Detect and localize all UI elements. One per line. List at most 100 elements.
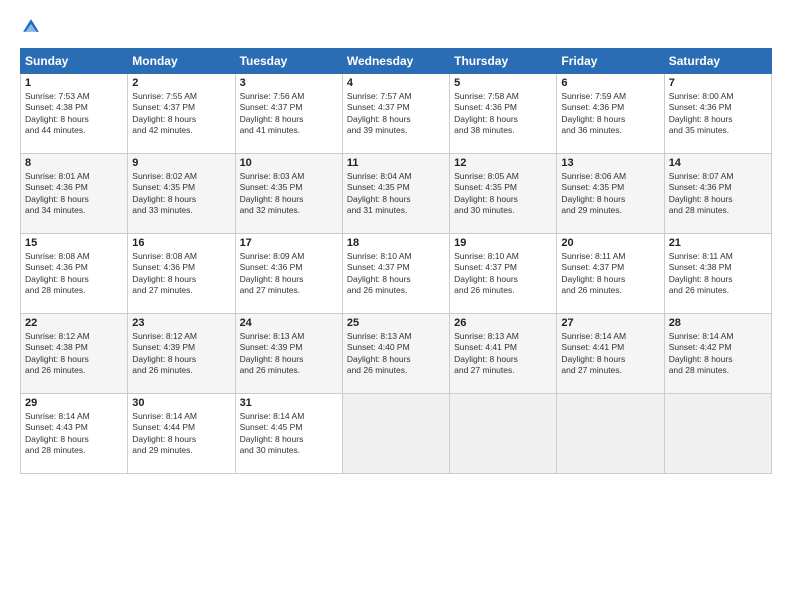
day-info: Sunrise: 8:10 AMSunset: 4:37 PMDaylight:… bbox=[454, 251, 552, 297]
day-info: Sunrise: 8:06 AMSunset: 4:35 PMDaylight:… bbox=[561, 171, 659, 217]
week-row-1: 1 Sunrise: 7:53 AMSunset: 4:38 PMDaylight… bbox=[21, 74, 772, 154]
page: SundayMondayTuesdayWednesdayThursdayFrid… bbox=[0, 0, 792, 612]
day-info: Sunrise: 8:13 AMSunset: 4:39 PMDaylight:… bbox=[240, 331, 338, 377]
day-info: Sunrise: 8:08 AMSunset: 4:36 PMDaylight:… bbox=[132, 251, 230, 297]
day-cell: 6 Sunrise: 7:59 AMSunset: 4:36 PMDaylight… bbox=[557, 74, 664, 154]
day-number: 14 bbox=[669, 157, 767, 169]
day-cell: 10 Sunrise: 8:03 AMSunset: 4:35 PMDayligh… bbox=[235, 154, 342, 234]
day-cell: 17 Sunrise: 8:09 AMSunset: 4:36 PMDayligh… bbox=[235, 234, 342, 314]
day-number: 15 bbox=[25, 237, 123, 249]
day-info: Sunrise: 8:08 AMSunset: 4:36 PMDaylight:… bbox=[25, 251, 123, 297]
day-cell: 11Sunrise: 8:04 AMSunset: 4:35 PMDayligh… bbox=[342, 154, 449, 234]
day-cell: 26Sunrise: 8:13 AMSunset: 4:41 PMDayligh… bbox=[450, 314, 557, 394]
day-number: 5 bbox=[454, 77, 552, 89]
day-cell: 20 Sunrise: 8:11 AMSunset: 4:37 PMDayligh… bbox=[557, 234, 664, 314]
day-number: 30 bbox=[132, 397, 230, 409]
day-number: 2 bbox=[132, 77, 230, 89]
day-number: 23 bbox=[132, 317, 230, 329]
day-cell bbox=[557, 394, 664, 474]
day-cell bbox=[664, 394, 771, 474]
day-cell: 12Sunrise: 8:05 AMSunset: 4:35 PMDayligh… bbox=[450, 154, 557, 234]
day-number: 24 bbox=[240, 317, 338, 329]
day-info: Sunrise: 8:14 AMSunset: 4:42 PMDaylight:… bbox=[669, 331, 767, 377]
day-number: 21 bbox=[669, 237, 767, 249]
day-cell bbox=[450, 394, 557, 474]
day-number: 22 bbox=[25, 317, 123, 329]
weekday-header-wednesday: Wednesday bbox=[342, 49, 449, 74]
weekday-header-row: SundayMondayTuesdayWednesdayThursdayFrid… bbox=[21, 49, 772, 74]
day-info: Sunrise: 8:14 AMSunset: 4:45 PMDaylight:… bbox=[240, 411, 338, 457]
day-info: Sunrise: 8:02 AMSunset: 4:35 PMDaylight:… bbox=[132, 171, 230, 217]
day-number: 8 bbox=[25, 157, 123, 169]
day-number: 17 bbox=[240, 237, 338, 249]
day-info: Sunrise: 8:11 AMSunset: 4:37 PMDaylight:… bbox=[561, 251, 659, 297]
calendar: SundayMondayTuesdayWednesdayThursdayFrid… bbox=[20, 48, 772, 474]
weekday-header-saturday: Saturday bbox=[664, 49, 771, 74]
day-info: Sunrise: 8:10 AMSunset: 4:37 PMDaylight:… bbox=[347, 251, 445, 297]
day-number: 4 bbox=[347, 77, 445, 89]
day-info: Sunrise: 8:12 AMSunset: 4:38 PMDaylight:… bbox=[25, 331, 123, 377]
day-number: 1 bbox=[25, 77, 123, 89]
day-info: Sunrise: 7:55 AMSunset: 4:37 PMDaylight:… bbox=[132, 91, 230, 137]
day-info: Sunrise: 7:58 AMSunset: 4:36 PMDaylight:… bbox=[454, 91, 552, 137]
day-info: Sunrise: 7:56 AMSunset: 4:37 PMDaylight:… bbox=[240, 91, 338, 137]
day-info: Sunrise: 8:07 AMSunset: 4:36 PMDaylight:… bbox=[669, 171, 767, 217]
day-cell: 15 Sunrise: 8:08 AMSunset: 4:36 PMDayligh… bbox=[21, 234, 128, 314]
day-cell: 13 Sunrise: 8:06 AMSunset: 4:35 PMDayligh… bbox=[557, 154, 664, 234]
day-cell: 29Sunrise: 8:14 AMSunset: 4:43 PMDayligh… bbox=[21, 394, 128, 474]
day-cell: 18 Sunrise: 8:10 AMSunset: 4:37 PMDayligh… bbox=[342, 234, 449, 314]
day-info: Sunrise: 7:53 AMSunset: 4:38 PMDaylight:… bbox=[25, 91, 123, 137]
weekday-header-tuesday: Tuesday bbox=[235, 49, 342, 74]
day-info: Sunrise: 8:14 AMSunset: 4:44 PMDaylight:… bbox=[132, 411, 230, 457]
week-row-5: 29Sunrise: 8:14 AMSunset: 4:43 PMDayligh… bbox=[21, 394, 772, 474]
day-number: 31 bbox=[240, 397, 338, 409]
day-cell: 2 Sunrise: 7:55 AMSunset: 4:37 PMDaylight… bbox=[128, 74, 235, 154]
day-cell: 27 Sunrise: 8:14 AMSunset: 4:41 PMDayligh… bbox=[557, 314, 664, 394]
day-info: Sunrise: 8:12 AMSunset: 4:39 PMDaylight:… bbox=[132, 331, 230, 377]
day-info: Sunrise: 7:59 AMSunset: 4:36 PMDaylight:… bbox=[561, 91, 659, 137]
day-number: 25 bbox=[347, 317, 445, 329]
day-number: 10 bbox=[240, 157, 338, 169]
day-number: 3 bbox=[240, 77, 338, 89]
day-cell: 22 Sunrise: 8:12 AMSunset: 4:38 PMDayligh… bbox=[21, 314, 128, 394]
week-row-3: 15 Sunrise: 8:08 AMSunset: 4:36 PMDayligh… bbox=[21, 234, 772, 314]
day-number: 12 bbox=[454, 157, 552, 169]
day-info: Sunrise: 8:11 AMSunset: 4:38 PMDaylight:… bbox=[669, 251, 767, 297]
day-number: 13 bbox=[561, 157, 659, 169]
day-number: 19 bbox=[454, 237, 552, 249]
logo bbox=[20, 16, 44, 38]
weekday-header-monday: Monday bbox=[128, 49, 235, 74]
week-row-4: 22 Sunrise: 8:12 AMSunset: 4:38 PMDayligh… bbox=[21, 314, 772, 394]
day-info: Sunrise: 8:03 AMSunset: 4:35 PMDaylight:… bbox=[240, 171, 338, 217]
day-cell: 9 Sunrise: 8:02 AMSunset: 4:35 PMDaylight… bbox=[128, 154, 235, 234]
weekday-header-friday: Friday bbox=[557, 49, 664, 74]
header bbox=[20, 16, 772, 38]
day-number: 20 bbox=[561, 237, 659, 249]
day-info: Sunrise: 8:09 AMSunset: 4:36 PMDaylight:… bbox=[240, 251, 338, 297]
day-cell: 16 Sunrise: 8:08 AMSunset: 4:36 PMDayligh… bbox=[128, 234, 235, 314]
logo-icon bbox=[20, 16, 42, 38]
day-number: 6 bbox=[561, 77, 659, 89]
day-info: Sunrise: 7:57 AMSunset: 4:37 PMDaylight:… bbox=[347, 91, 445, 137]
weekday-header-sunday: Sunday bbox=[21, 49, 128, 74]
weekday-header-thursday: Thursday bbox=[450, 49, 557, 74]
day-cell: 7 Sunrise: 8:00 AMSunset: 4:36 PMDaylight… bbox=[664, 74, 771, 154]
day-number: 18 bbox=[347, 237, 445, 249]
day-cell: 24 Sunrise: 8:13 AMSunset: 4:39 PMDayligh… bbox=[235, 314, 342, 394]
day-info: Sunrise: 8:00 AMSunset: 4:36 PMDaylight:… bbox=[669, 91, 767, 137]
day-number: 7 bbox=[669, 77, 767, 89]
day-info: Sunrise: 8:01 AMSunset: 4:36 PMDaylight:… bbox=[25, 171, 123, 217]
day-cell bbox=[342, 394, 449, 474]
day-number: 16 bbox=[132, 237, 230, 249]
day-cell: 30 Sunrise: 8:14 AMSunset: 4:44 PMDayligh… bbox=[128, 394, 235, 474]
day-info: Sunrise: 8:14 AMSunset: 4:41 PMDaylight:… bbox=[561, 331, 659, 377]
day-cell: 14 Sunrise: 8:07 AMSunset: 4:36 PMDayligh… bbox=[664, 154, 771, 234]
week-row-2: 8 Sunrise: 8:01 AMSunset: 4:36 PMDaylight… bbox=[21, 154, 772, 234]
day-number: 11 bbox=[347, 157, 445, 169]
day-cell: 28Sunrise: 8:14 AMSunset: 4:42 PMDayligh… bbox=[664, 314, 771, 394]
day-info: Sunrise: 8:13 AMSunset: 4:40 PMDaylight:… bbox=[347, 331, 445, 377]
day-cell: 23 Sunrise: 8:12 AMSunset: 4:39 PMDayligh… bbox=[128, 314, 235, 394]
day-number: 9 bbox=[132, 157, 230, 169]
day-number: 27 bbox=[561, 317, 659, 329]
day-cell: 4 Sunrise: 7:57 AMSunset: 4:37 PMDaylight… bbox=[342, 74, 449, 154]
